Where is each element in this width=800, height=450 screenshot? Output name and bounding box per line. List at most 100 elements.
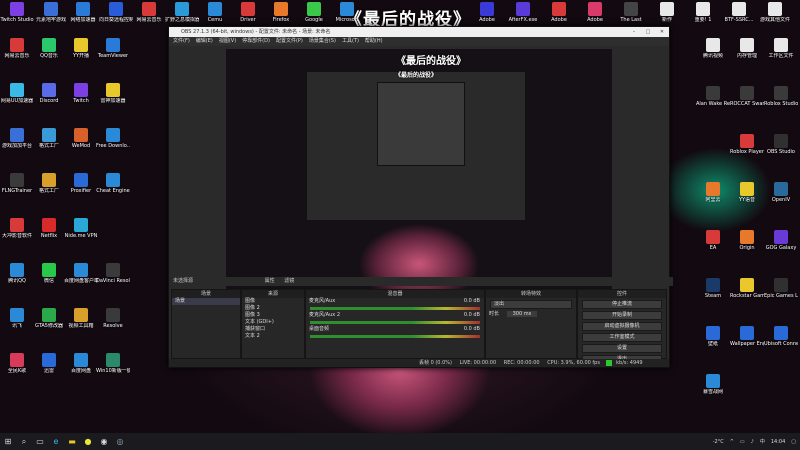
- desktop-icon[interactable]: 迅雷: [32, 353, 66, 374]
- desktop-icon[interactable]: FLNGTrainer: [0, 173, 34, 194]
- obs-titlebar[interactable]: OBS 27.1.3 (64-bit, windows) - 配置文件: 未命名…: [169, 27, 669, 37]
- menu-item[interactable]: 配置文件(P): [276, 37, 303, 46]
- desktop-icon[interactable]: Alan Wake Remastered: [696, 86, 730, 107]
- desktop-icon[interactable]: YY语音: [730, 182, 764, 203]
- desktop-icon[interactable]: Discord: [32, 83, 66, 104]
- desktop-icon[interactable]: 新作: [650, 2, 684, 23]
- desktop-icon[interactable]: Cemu: [198, 2, 232, 23]
- desktop-icon[interactable]: QQ音乐: [32, 38, 66, 59]
- menu-item[interactable]: 帮助(H): [365, 37, 383, 46]
- desktop-icon[interactable]: 元素地牢游戏: [34, 2, 68, 23]
- desktop-icon[interactable]: Nide.me VPN: [64, 218, 98, 239]
- desktop-icon[interactable]: 网络加速器: [66, 2, 100, 23]
- scene-item[interactable]: 场景: [172, 298, 240, 305]
- sources-list[interactable]: 图像 图像 2 图像 3 文本 (GDI+) 捕获窗口 文本 2: [242, 298, 304, 340]
- desktop-icon[interactable]: Adobe: [542, 2, 576, 23]
- volume-icon[interactable]: ♪: [751, 439, 754, 445]
- desktop-icon[interactable]: Origin: [730, 230, 764, 251]
- control-button[interactable]: 停止推流: [582, 300, 662, 309]
- desktop-icon[interactable]: EA: [696, 230, 730, 251]
- maximize-icon[interactable]: □: [641, 27, 655, 37]
- control-button[interactable]: 工作室模式: [582, 333, 662, 342]
- desktop-icon[interactable]: 重要! 1: [686, 2, 720, 23]
- desktop-icon[interactable]: 向日葵远程控制: [99, 2, 133, 23]
- start-icon[interactable]: ⊞: [0, 433, 16, 450]
- chrome-icon[interactable]: ●: [80, 433, 96, 450]
- desktop-icon[interactable]: Roblox Studio: [764, 86, 798, 107]
- desktop-icon[interactable]: 暴雪战网: [696, 374, 730, 395]
- search-icon[interactable]: ⌕: [16, 433, 32, 450]
- desktop-icon[interactable]: GOG Galaxy: [764, 230, 798, 251]
- desktop-icon[interactable]: 扩野之息模拟器: [165, 2, 199, 23]
- minimize-icon[interactable]: –: [627, 27, 641, 37]
- scenes-list[interactable]: 场景: [172, 298, 240, 305]
- desktop-icon[interactable]: 讯飞: [0, 308, 34, 329]
- control-button[interactable]: 启动虚拟摄像机: [582, 322, 662, 331]
- desktop-icon[interactable]: DaVinci Resol...: [96, 263, 130, 284]
- desktop-icon[interactable]: 内存管理: [730, 38, 764, 59]
- menu-item[interactable]: 工具(T): [342, 37, 359, 46]
- desktop-icon[interactable]: 大冲影音软件: [0, 218, 34, 239]
- filters-button[interactable]: 滤镜: [284, 278, 294, 284]
- desktop-icon[interactable]: 格式工厂: [32, 173, 66, 194]
- desktop-icon[interactable]: Google: [297, 2, 331, 23]
- steam-taskbar-icon[interactable]: ◎: [112, 433, 128, 450]
- desktop-icon[interactable]: BTF-SSRC...: [722, 2, 756, 23]
- close-icon[interactable]: ✕: [655, 27, 669, 37]
- desktop-icon[interactable]: Firefox: [264, 2, 298, 23]
- desktop-icon[interactable]: 格式工厂: [32, 128, 66, 149]
- desktop-icon[interactable]: Epic Games Launcher: [764, 278, 798, 299]
- desktop-icon[interactable]: Adobe: [470, 2, 504, 23]
- volume-meter[interactable]: [310, 335, 480, 338]
- desktop-icon[interactable]: 网易UU加速器: [0, 83, 34, 104]
- desktop-icon[interactable]: OBS Studio: [764, 134, 798, 155]
- duration-input[interactable]: 300 ms: [506, 311, 538, 317]
- menu-item[interactable]: 场景集合(S): [309, 37, 336, 46]
- desktop-icon[interactable]: Resolve: [96, 308, 130, 329]
- source-item[interactable]: 图像 3: [242, 312, 304, 319]
- task-view-icon[interactable]: ▭: [32, 433, 48, 450]
- desktop-icon[interactable]: Ubisoft Connect: [764, 326, 798, 347]
- desktop-icon[interactable]: 阿里云: [696, 182, 730, 203]
- desktop-icon[interactable]: AfterFX.exe: [506, 2, 540, 23]
- desktop-icon[interactable]: Netflix: [32, 218, 66, 239]
- desktop-icon[interactable]: YY开播: [64, 38, 98, 59]
- desktop-icon[interactable]: 雷神加速器: [96, 83, 130, 104]
- desktop-icon[interactable]: Free Downlo...: [96, 128, 130, 149]
- desktop-icon[interactable]: Driver: [231, 2, 265, 23]
- menu-item[interactable]: 视图(V): [219, 37, 236, 46]
- desktop-icon[interactable]: Twitch: [64, 83, 98, 104]
- network-icon[interactable]: ▭: [740, 439, 745, 445]
- edge-icon[interactable]: e: [48, 433, 64, 450]
- desktop-icon[interactable]: 微信: [32, 263, 66, 284]
- input-language[interactable]: 中: [760, 438, 765, 445]
- desktop-icon[interactable]: 腾讯视频: [696, 38, 730, 59]
- obs-taskbar-icon[interactable]: ◉: [96, 433, 112, 450]
- menu-item[interactable]: 停靠部件(D): [242, 37, 270, 46]
- control-button[interactable]: 设置: [582, 344, 662, 353]
- desktop-icon[interactable]: ROCCAT Swarm...: [730, 86, 764, 107]
- desktop-icon[interactable]: OpenIV: [764, 182, 798, 203]
- desktop-icon[interactable]: 游戏加加平台: [0, 128, 34, 149]
- desktop-icon[interactable]: Wallpaper Engine...: [730, 326, 764, 347]
- desktop-icon[interactable]: Roblox Player: [730, 134, 764, 155]
- weather-temp[interactable]: -2°C: [713, 439, 724, 445]
- desktop-icon[interactable]: Rockstar Games...: [730, 278, 764, 299]
- desktop-icon[interactable]: Proxifier: [64, 173, 98, 194]
- obs-preview[interactable]: 《最后的战役》 《最后的战役》: [226, 49, 612, 297]
- desktop-icon[interactable]: 网易云音乐: [132, 2, 166, 23]
- source-item[interactable]: 捕获窗口: [242, 326, 304, 333]
- desktop-icon[interactable]: 腾讯QQ: [0, 263, 34, 284]
- menu-item[interactable]: 编辑(E): [196, 37, 213, 46]
- properties-button[interactable]: 属性: [265, 278, 275, 284]
- source-item[interactable]: 文本 (GDI+): [242, 319, 304, 326]
- desktop-icon[interactable]: 游戏其他文件: [758, 2, 792, 23]
- desktop-icon[interactable]: 全民K歌: [0, 353, 34, 374]
- desktop-icon[interactable]: Adobe: [578, 2, 612, 23]
- desktop-icon[interactable]: WeMod: [64, 128, 98, 149]
- source-item[interactable]: 图像 2: [242, 305, 304, 312]
- source-item[interactable]: 文本 2: [242, 333, 304, 340]
- volume-meter[interactable]: [310, 321, 480, 324]
- desktop-icon[interactable]: 视频工具箱: [64, 308, 98, 329]
- desktop-icon[interactable]: Microsoft: [330, 2, 364, 23]
